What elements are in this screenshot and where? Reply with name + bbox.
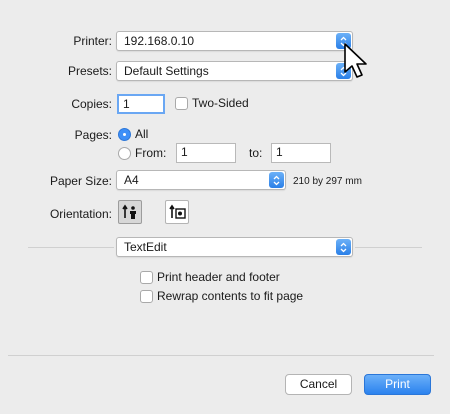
presets-value: Default Settings [124,64,209,78]
printer-label: Printer: [73,34,112,48]
mouse-pointer-icon [344,43,367,78]
paper-size-value: A4 [124,173,139,187]
orientation-portrait-button[interactable] [118,200,142,224]
pages-to-field[interactable]: 1 [271,143,331,163]
printer-popup[interactable]: 192.168.0.10 [116,31,353,51]
orientation-landscape-button[interactable] [165,200,189,224]
two-sided-label: Two-Sided [192,96,249,110]
orientation-label: Orientation: [49,207,112,221]
section-divider-left [28,247,114,248]
section-divider-right [355,247,422,248]
chevron-updown-icon [269,172,284,188]
two-sided-checkbox[interactable] [175,97,188,110]
pages-all-radio[interactable] [118,128,131,141]
pages-to-label: to: [249,146,263,160]
copies-label: Copies: [71,97,112,111]
paper-size-popup[interactable]: A4 [116,170,286,190]
chevron-updown-icon [336,239,351,255]
app-panel-popup[interactable]: TextEdit [116,237,353,257]
print-header-footer-label: Print header and footer [157,270,280,284]
pages-label: Pages: [74,128,112,142]
cancel-button[interactable]: Cancel [285,374,352,395]
presets-popup[interactable]: Default Settings [116,61,353,81]
paper-dimensions: 210 by 297 mm [293,176,362,187]
footer-divider [8,355,434,356]
paper-size-label: Paper Size: [49,174,112,188]
landscape-orientation-icon [169,204,186,219]
print-button[interactable]: Print [364,374,431,395]
printer-value: 192.168.0.10 [124,34,195,48]
rewrap-contents-checkbox[interactable] [140,290,153,303]
pages-all-label: All [135,127,149,141]
presets-label: Presets: [67,64,112,78]
portrait-orientation-icon [122,204,136,219]
pages-from-radio[interactable] [118,147,131,160]
print-header-footer-checkbox[interactable] [140,271,153,284]
copies-field[interactable]: 1 [117,94,165,114]
app-panel-value: TextEdit [124,240,167,254]
rewrap-contents-label: Rewrap contents to fit page [157,289,304,303]
pages-from-label: From: [135,146,167,160]
pages-from-field[interactable]: 1 [176,143,236,163]
